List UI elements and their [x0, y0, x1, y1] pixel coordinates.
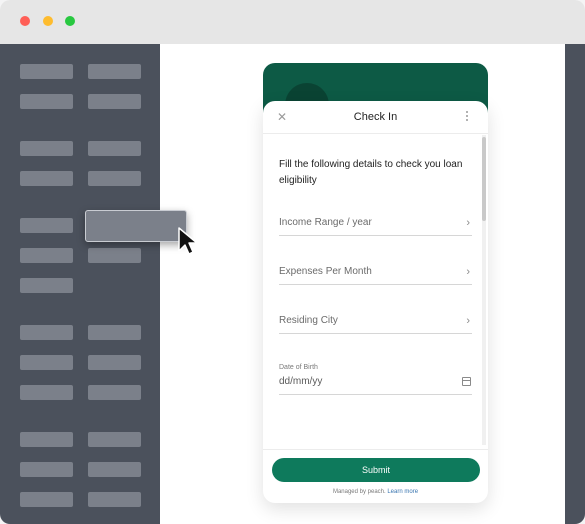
- chevron-right-icon: ›: [466, 217, 470, 229]
- more-vertical-icon[interactable]: [463, 109, 471, 123]
- field-label: Residing City: [279, 315, 338, 326]
- sidebar-block[interactable]: [88, 248, 141, 263]
- dragged-component[interactable]: [85, 210, 187, 242]
- sidebar-block[interactable]: [88, 462, 141, 477]
- maximize-window-button[interactable]: [65, 16, 75, 26]
- learn-more-link[interactable]: Learn more: [387, 489, 418, 495]
- chevron-right-icon: ›: [466, 266, 470, 278]
- sidebar-block[interactable]: [88, 64, 141, 79]
- sidebar-block[interactable]: [88, 385, 141, 400]
- sidebar-block[interactable]: [20, 385, 73, 400]
- managed-by-text: Managed by peach.: [332, 489, 386, 495]
- sidebar-block[interactable]: [88, 171, 141, 186]
- dob-placeholder: dd/mm/yy: [279, 376, 323, 387]
- sidebar-block[interactable]: [88, 325, 141, 340]
- sidebar-block[interactable]: [20, 462, 73, 477]
- close-window-button[interactable]: [20, 16, 30, 26]
- cursor-arrow-icon: [178, 227, 198, 255]
- scroll-thumb[interactable]: [482, 137, 486, 221]
- footer-note: Managed by peach. Learn more: [263, 489, 488, 495]
- sidebar-block[interactable]: [88, 141, 141, 156]
- sidebar-block[interactable]: [88, 432, 141, 447]
- dob-label: Date of Birth: [279, 364, 318, 371]
- sidebar-block[interactable]: [20, 141, 73, 156]
- card-footer: Submit Managed by peach. Learn more: [263, 449, 488, 503]
- intro-text: Fill the following details to check you …: [279, 159, 463, 186]
- window-titlebar: [0, 0, 585, 44]
- sidebar-block[interactable]: [88, 355, 141, 370]
- sidebar-block[interactable]: [20, 492, 73, 507]
- card-header: ✕ Check In: [263, 101, 488, 134]
- calendar-icon[interactable]: [462, 377, 471, 386]
- right-panel: [565, 44, 585, 524]
- field-label: Income Range / year: [279, 217, 372, 228]
- sidebar-block[interactable]: [20, 278, 73, 293]
- expenses-field[interactable]: Expenses Per Month ›: [279, 260, 472, 285]
- sidebar-block[interactable]: [20, 325, 73, 340]
- sidebar-block[interactable]: [20, 64, 73, 79]
- income-range-field[interactable]: Income Range / year ›: [279, 211, 472, 236]
- submit-button[interactable]: Submit: [272, 458, 480, 482]
- sidebar-block[interactable]: [88, 94, 141, 109]
- scrollbar[interactable]: [482, 135, 486, 445]
- sidebar-block[interactable]: [20, 432, 73, 447]
- sidebar-block[interactable]: [20, 171, 73, 186]
- card-title: Check In: [353, 111, 398, 123]
- sidebar-block[interactable]: [20, 94, 73, 109]
- sidebar-block[interactable]: [88, 492, 141, 507]
- field-label: Expenses Per Month: [279, 266, 372, 277]
- date-of-birth-field[interactable]: Date of Birth dd/mm/yy: [279, 364, 472, 395]
- app-window: ✕ Check In Fill the following details to…: [0, 0, 585, 524]
- sidebar-block[interactable]: [20, 248, 73, 263]
- sidebar-block[interactable]: [20, 218, 73, 233]
- residing-city-field[interactable]: Residing City ›: [279, 309, 472, 334]
- chevron-right-icon: ›: [466, 315, 470, 327]
- minimize-window-button[interactable]: [43, 16, 53, 26]
- check-in-card: ✕ Check In Fill the following details to…: [263, 101, 488, 503]
- sidebar-block[interactable]: [20, 355, 73, 370]
